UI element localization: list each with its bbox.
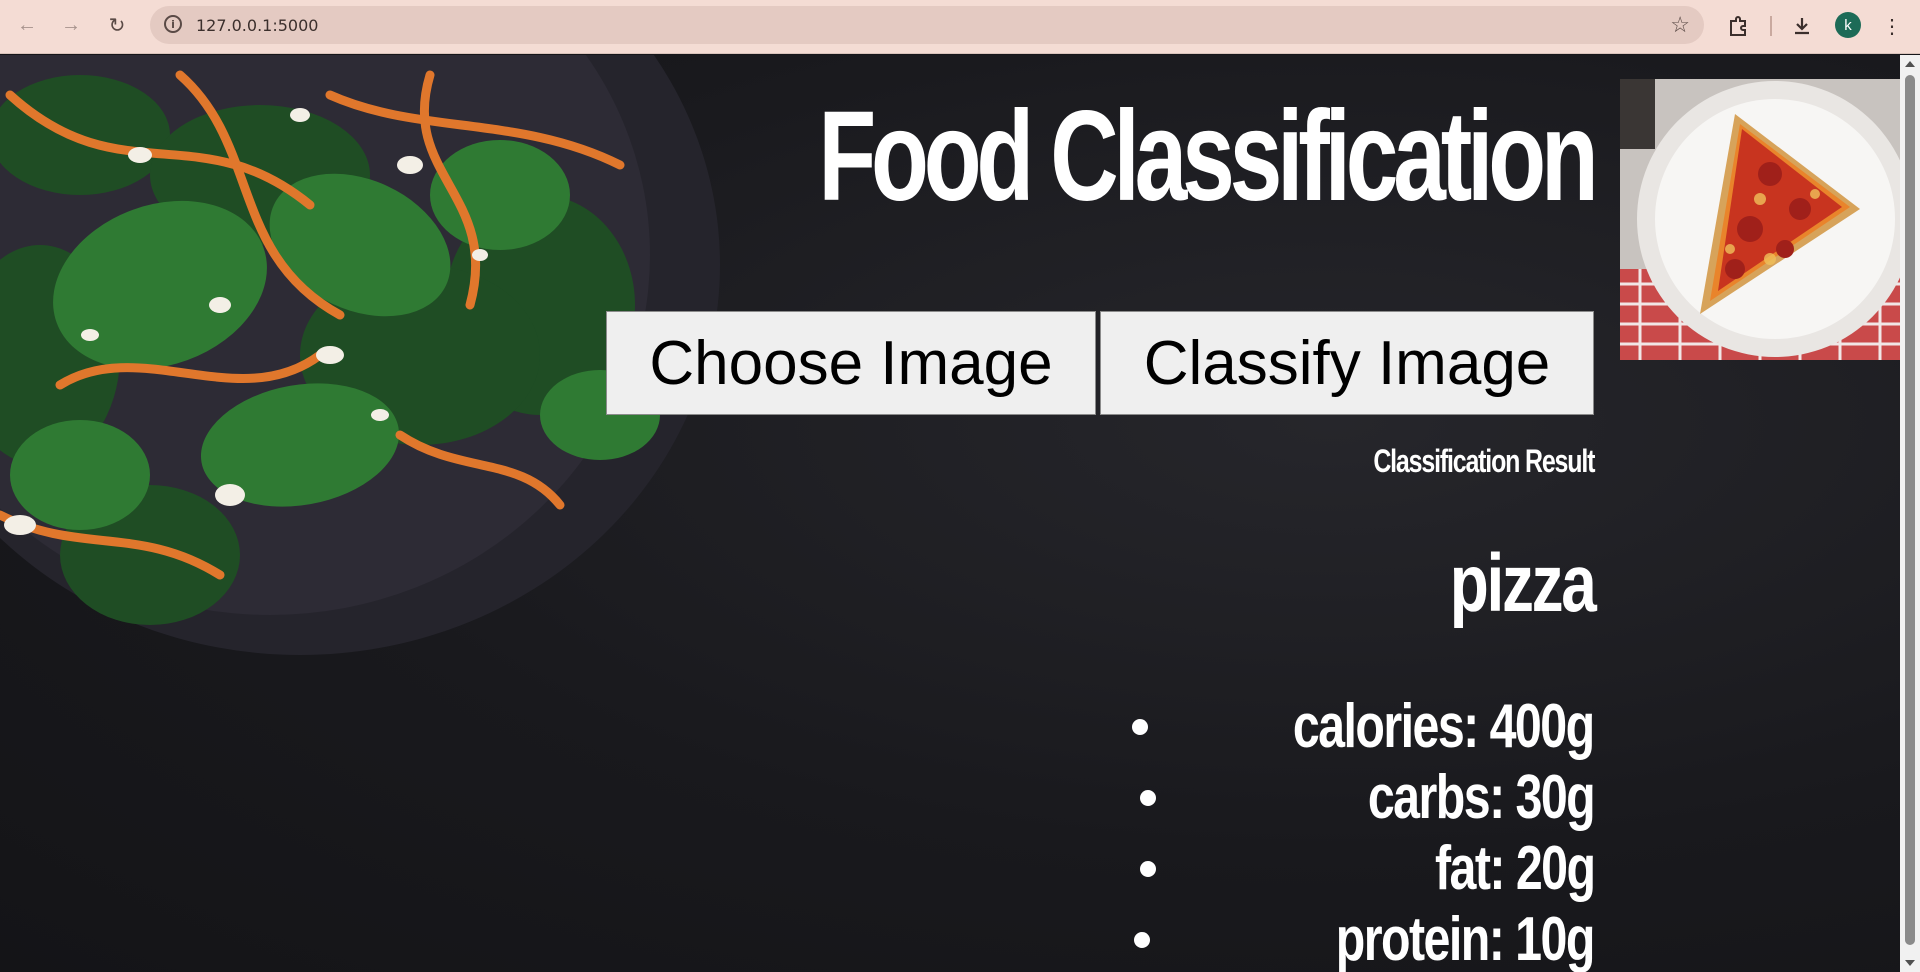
- nutrient-text: carbs: 30g: [1367, 763, 1596, 832]
- nutrient-list: calories: 400g carbs: 30g fat: 20g prote…: [1132, 691, 1596, 972]
- choose-image-button[interactable]: Choose Image: [606, 311, 1096, 415]
- forward-icon[interactable]: →: [56, 10, 86, 40]
- scroll-thumb[interactable]: [1905, 75, 1915, 945]
- classification-result-heading: Classification Result: [1373, 443, 1595, 479]
- predicted-food-label: pizza: [1449, 538, 1596, 629]
- bullet-icon: [1140, 861, 1157, 877]
- toolbar-divider: [1770, 16, 1772, 36]
- download-icon[interactable]: [1788, 12, 1816, 40]
- scroll-up-arrow-icon[interactable]: [1905, 61, 1915, 67]
- page-scrollbar[interactable]: [1900, 55, 1920, 972]
- extensions-icon[interactable]: [1724, 12, 1752, 40]
- site-info-icon[interactable]: i: [164, 15, 182, 33]
- nutrient-item-calories: calories: 400g: [1132, 691, 1596, 762]
- menu-kebab-icon[interactable]: ⋮: [1878, 12, 1906, 40]
- reload-icon[interactable]: ↻: [102, 10, 132, 40]
- nutrient-text: fat: 20g: [1434, 834, 1596, 903]
- page-title: Food Classification: [818, 85, 1599, 228]
- nutrient-item-fat: fat: 20g: [1140, 833, 1596, 904]
- nutrient-text: calories: 400g: [1293, 692, 1595, 761]
- browser-toolbar: ← → ↻ i 127.0.0.1:5000 ☆ k ⋮: [0, 0, 1920, 54]
- back-icon[interactable]: ←: [12, 10, 42, 40]
- profile-avatar[interactable]: k: [1835, 12, 1861, 38]
- scroll-down-arrow-icon[interactable]: [1905, 960, 1915, 966]
- bullet-icon: [1134, 932, 1151, 948]
- nutrient-item-protein: protein: 10g: [1134, 904, 1596, 972]
- nutrient-text: protein: 10g: [1335, 905, 1596, 972]
- uploaded-pizza-image: [1620, 79, 1900, 360]
- address-bar[interactable]: i 127.0.0.1:5000 ☆: [150, 6, 1704, 44]
- nutrient-item-carbs: carbs: 30g: [1140, 762, 1596, 833]
- address-url[interactable]: 127.0.0.1:5000: [196, 16, 318, 35]
- bullet-icon: [1140, 790, 1157, 806]
- bullet-icon: [1132, 719, 1149, 735]
- page-content: Food Classification Choose Image Classif…: [0, 55, 1900, 972]
- classify-image-button[interactable]: Classify Image: [1100, 311, 1594, 415]
- bookmark-star-icon[interactable]: ☆: [1670, 12, 1690, 38]
